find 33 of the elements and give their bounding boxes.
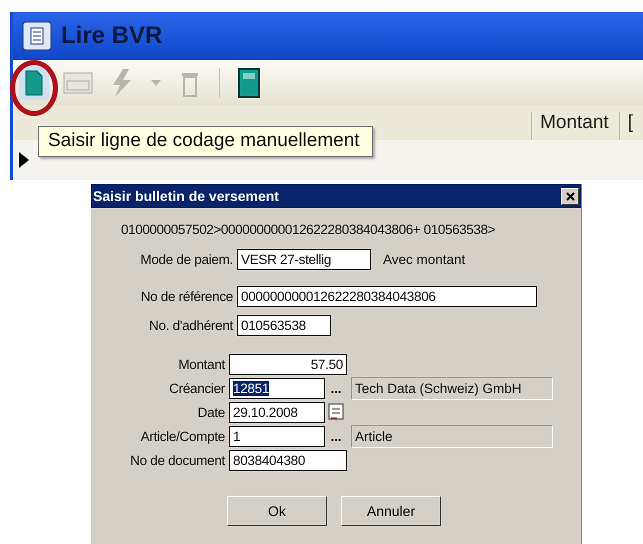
form-icon [63, 72, 93, 94]
payment-note: Avec montant [383, 252, 466, 267]
document-icon [25, 70, 43, 96]
input-field[interactable]: VESR 27-stellig [237, 249, 371, 270]
close-icon [566, 192, 574, 200]
field-label: Créancier [168, 380, 225, 396]
door-icon [237, 68, 261, 98]
field-label: Montant [177, 356, 225, 372]
row-pointer-icon [19, 152, 29, 168]
input-field[interactable]: 12851 [229, 378, 325, 398]
input-field[interactable]: 29.10.2008 [229, 402, 325, 422]
field-label: No de référence [140, 289, 233, 304]
dialog-button[interactable]: Annuler [341, 496, 441, 526]
info-field: Article [351, 424, 553, 448]
field-label: No de document [129, 452, 225, 468]
field-label: Mode de paiem. [139, 252, 233, 267]
window-title: Lire BVR [61, 22, 162, 50]
dialog-title: Saisir bulletin de versement [93, 188, 279, 204]
input-field[interactable]: 000000000012622280384043806 [237, 286, 537, 307]
tooltip: Saisir ligne de codage manuellement [38, 126, 373, 157]
coding-line: 0100000057502>000000000012622280384043806+ 010563538> [121, 222, 496, 237]
input-field[interactable]: 1 [229, 426, 325, 446]
toolbar-button[interactable] [19, 66, 49, 100]
input-field[interactable]: 8038404380 [229, 450, 347, 470]
field-label: No. d'adhérent [148, 318, 233, 333]
dialog-button[interactable]: Ok [227, 496, 327, 526]
input-field[interactable]: 57.50 [229, 354, 347, 374]
input-field[interactable]: 010563538 [237, 315, 331, 336]
field-label: Date [196, 404, 225, 420]
documents-icon [21, 20, 53, 52]
close-button[interactable] [561, 188, 579, 204]
info-field: Tech Data (Schweiz) GmbH [351, 376, 553, 400]
field-label: Article/Compte [140, 428, 225, 444]
